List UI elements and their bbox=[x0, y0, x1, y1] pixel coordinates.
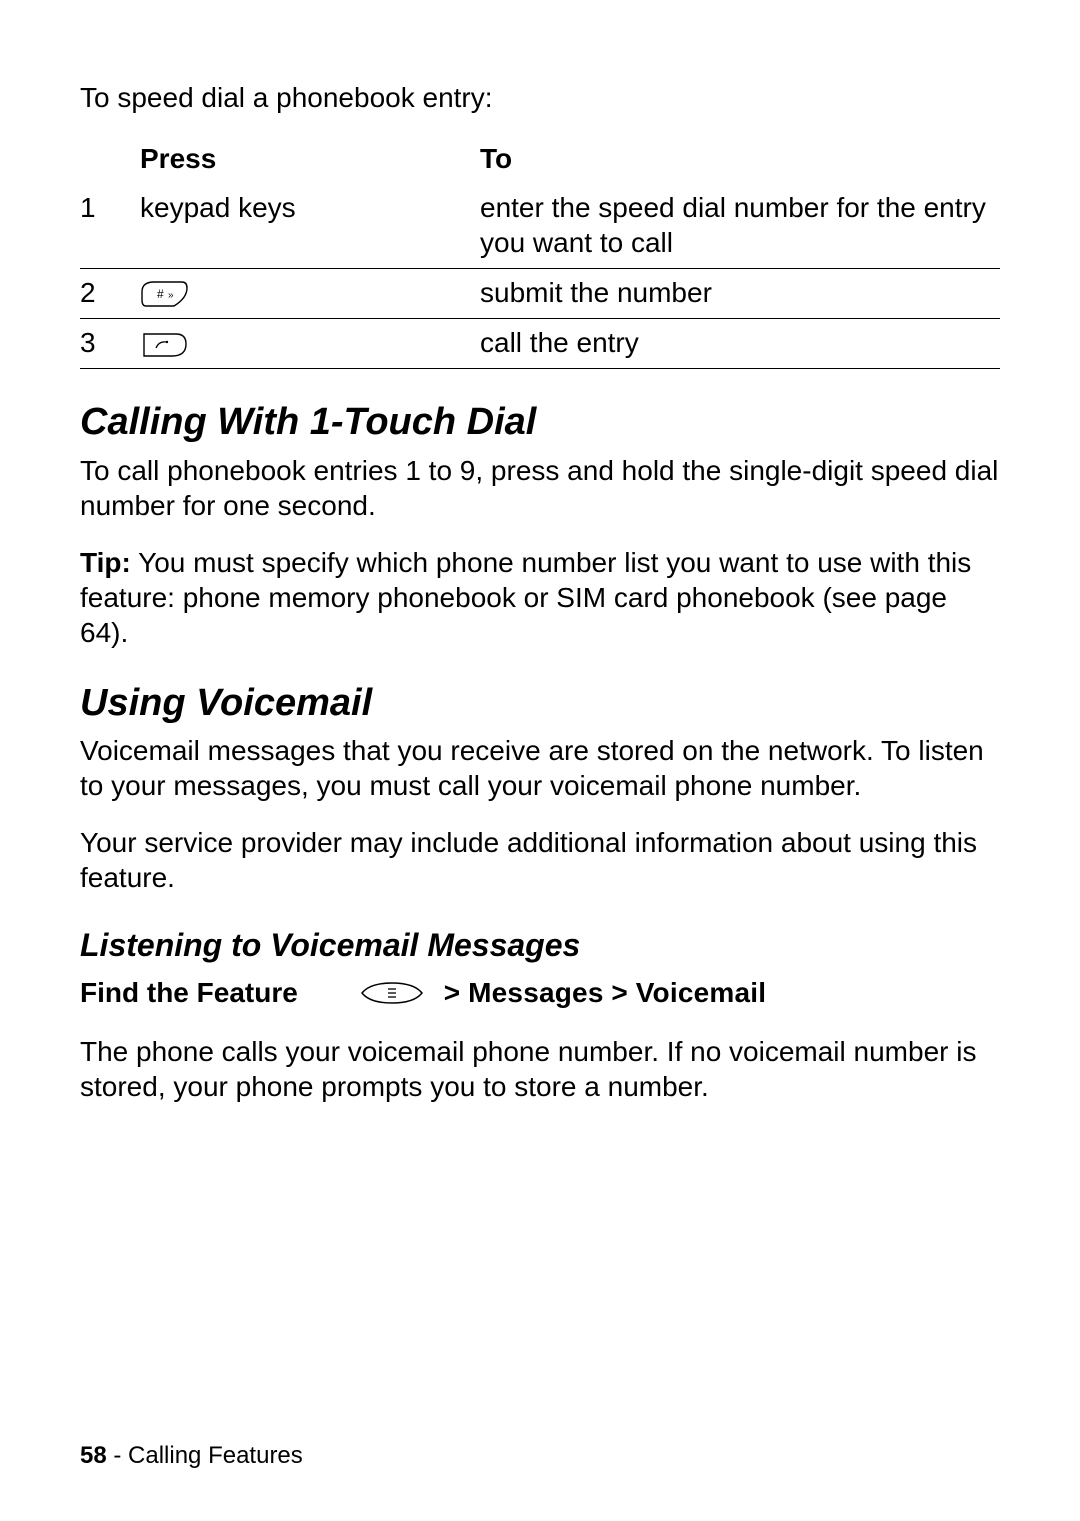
hash-key-icon: # » bbox=[140, 280, 188, 310]
para-listening: The phone calls your voicemail phone num… bbox=[80, 1034, 1000, 1104]
table-row: 1 keypad keys enter the speed dial numbe… bbox=[80, 184, 1000, 269]
footer-section: Calling Features bbox=[128, 1442, 303, 1469]
table-head-press: Press bbox=[140, 135, 480, 184]
tip-label: Tip: bbox=[80, 547, 131, 578]
row-to: enter the speed dial number for the entr… bbox=[480, 184, 1000, 269]
svg-text:»: » bbox=[168, 290, 174, 301]
row-to: call the entry bbox=[480, 319, 1000, 369]
nav-sep: > bbox=[611, 977, 628, 1008]
send-key-icon bbox=[140, 330, 188, 360]
table-head-to: To bbox=[480, 135, 1000, 184]
table-row: 2 # » submit the number bbox=[80, 269, 1000, 319]
page-footer: 58 - Calling Features bbox=[80, 1441, 303, 1471]
page-number: 58 bbox=[80, 1442, 107, 1469]
para-voicemail-2: Your service provider may include additi… bbox=[80, 825, 1000, 895]
footer-sep: - bbox=[107, 1442, 128, 1469]
para-tip: Tip: You must specify which phone number… bbox=[80, 545, 1000, 650]
row-num: 2 bbox=[80, 269, 140, 319]
heading-listening: Listening to Voicemail Messages bbox=[80, 925, 1000, 965]
heading-1touch: Calling With 1-Touch Dial bbox=[80, 399, 1000, 447]
row-num: 1 bbox=[80, 184, 140, 269]
menu-key-icon bbox=[358, 979, 426, 1007]
para-voicemail-1: Voicemail messages that you receive are … bbox=[80, 733, 1000, 803]
find-feature-row: Find the Feature > Messages > Voicemail bbox=[80, 975, 1000, 1010]
row-to: submit the number bbox=[480, 269, 1000, 319]
row-num: 3 bbox=[80, 319, 140, 369]
row-press: keypad keys bbox=[140, 184, 480, 269]
svg-text:#: # bbox=[157, 287, 164, 301]
nav-item-voicemail: Voicemail bbox=[636, 977, 766, 1008]
para-1touch: To call phonebook entries 1 to 9, press … bbox=[80, 453, 1000, 523]
nav-item-messages: Messages bbox=[468, 977, 603, 1008]
heading-voicemail: Using Voicemail bbox=[80, 680, 1000, 728]
table-row: 3 call the entry bbox=[80, 319, 1000, 369]
find-feature-label: Find the Feature bbox=[80, 975, 298, 1010]
tip-text: You must specify which phone number list… bbox=[80, 547, 971, 648]
nav-path: > Messages > Voicemail bbox=[444, 975, 766, 1010]
intro-text: To speed dial a phonebook entry: bbox=[80, 80, 1000, 115]
speed-dial-table: Press To 1 keypad keys enter the speed d… bbox=[80, 135, 1000, 369]
nav-sep: > bbox=[444, 977, 461, 1008]
